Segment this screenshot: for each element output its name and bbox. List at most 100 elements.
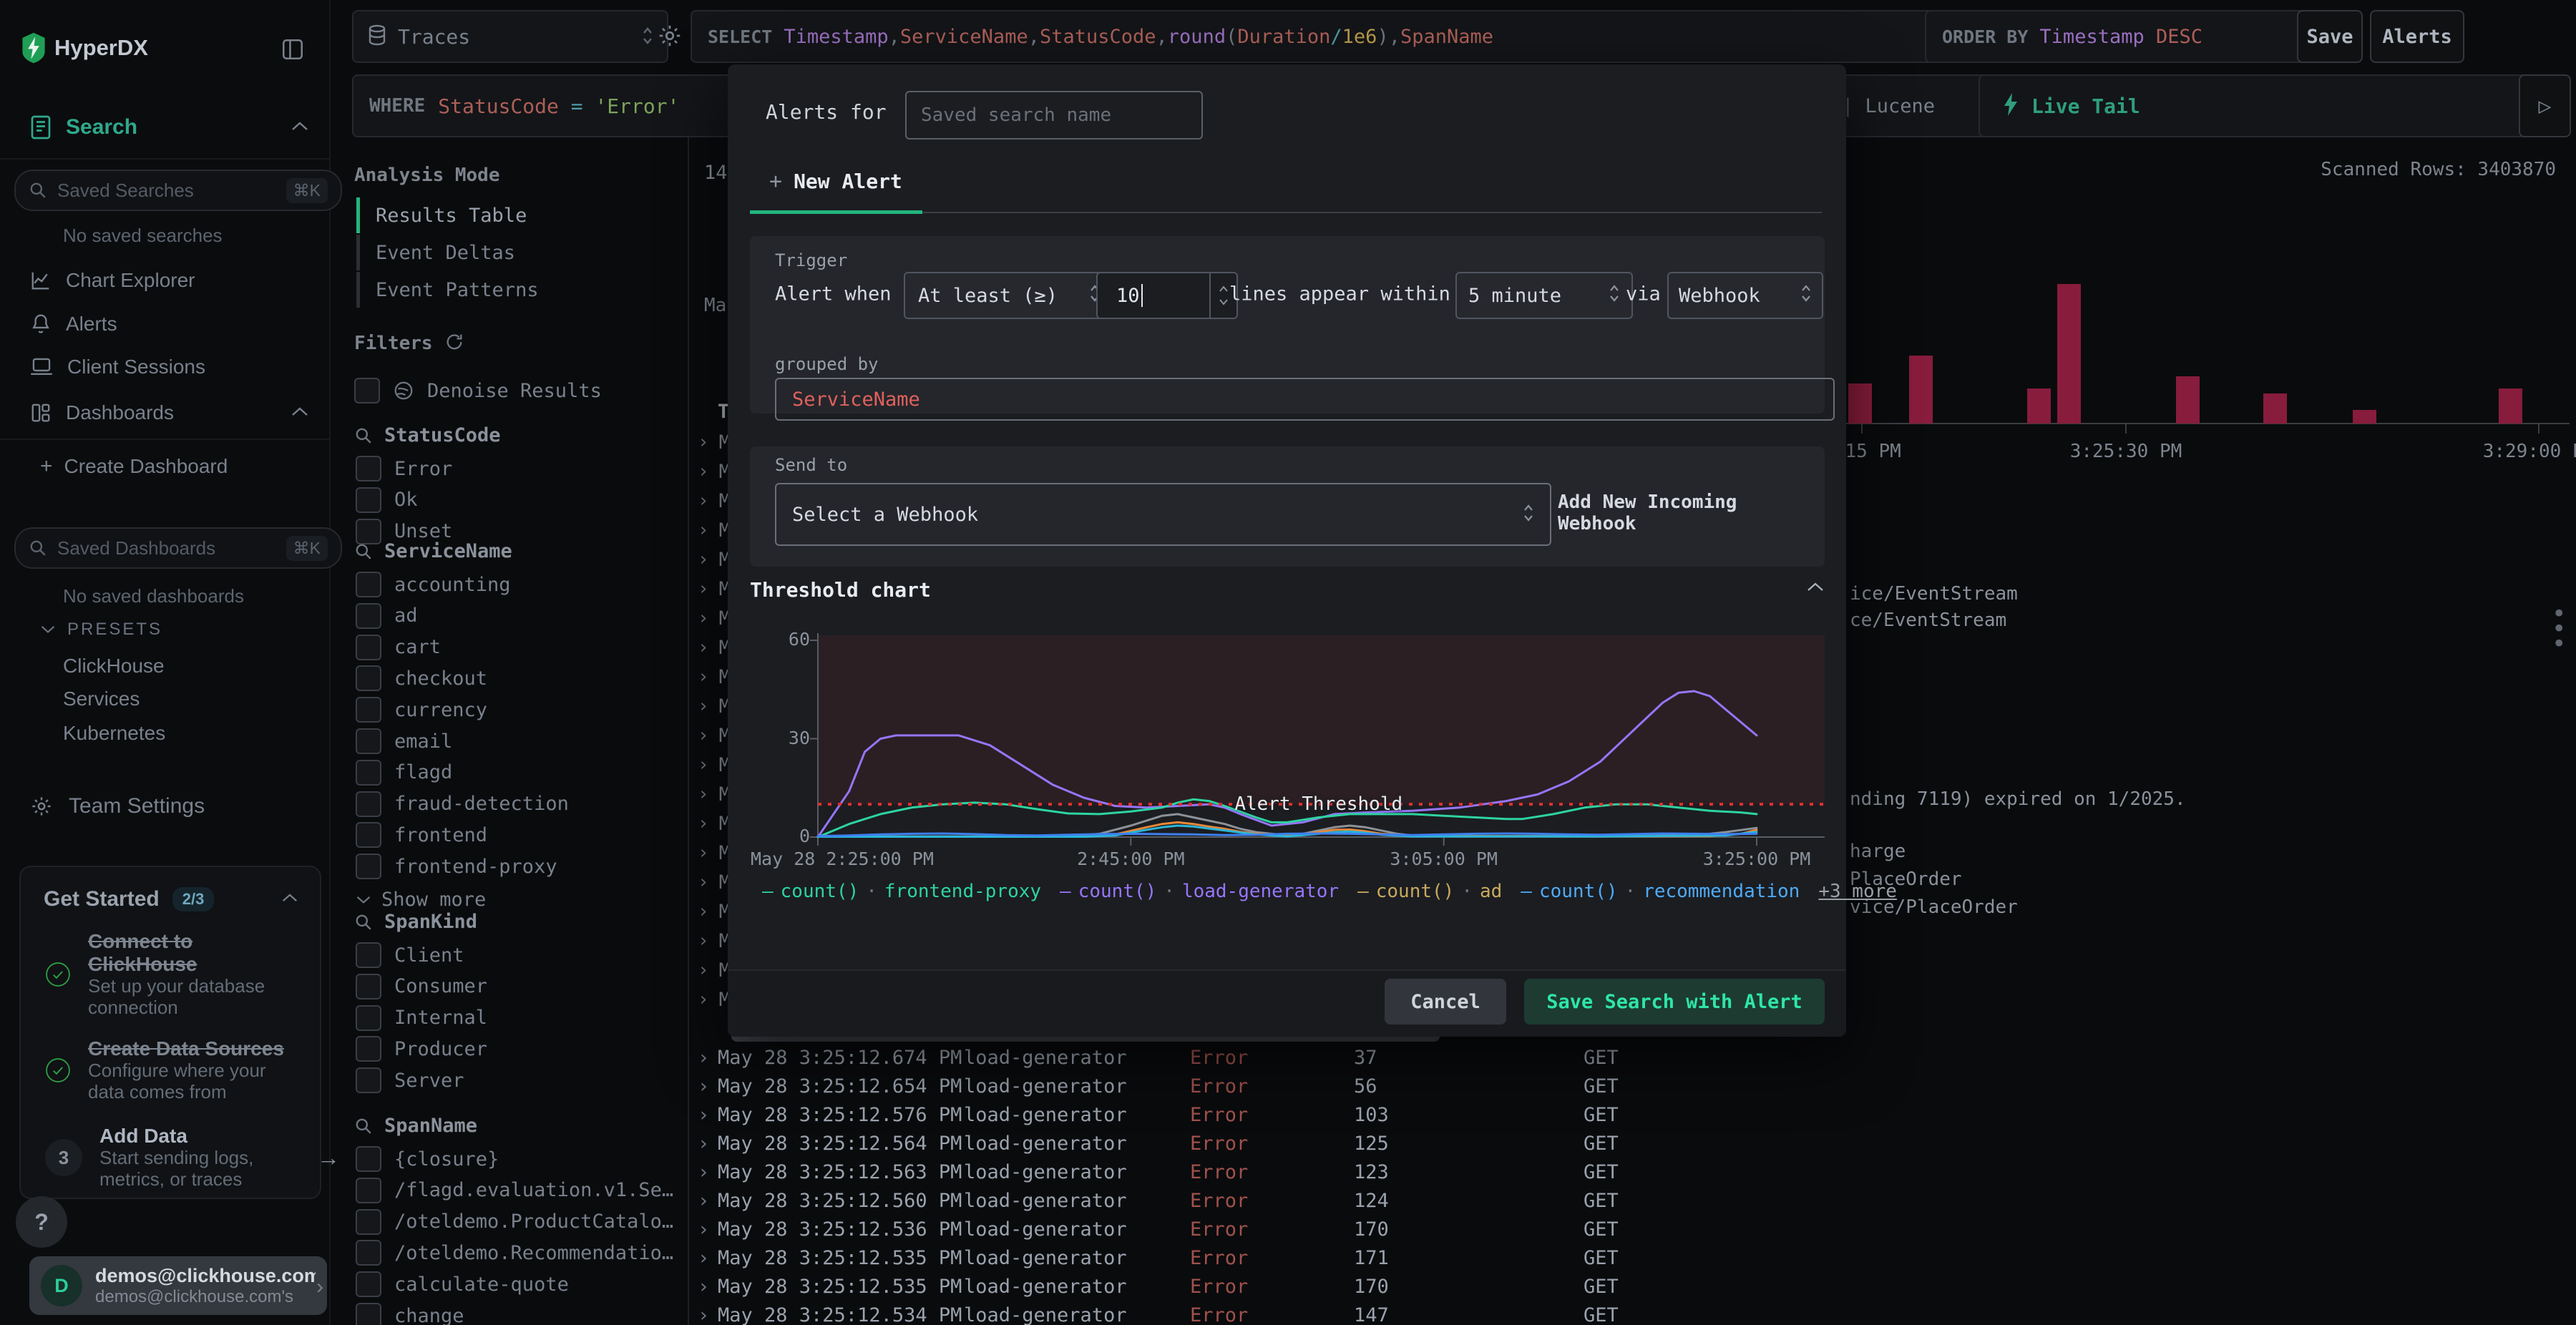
condition-select[interactable]: At least (≥) (904, 272, 1115, 319)
saved-searches-input[interactable]: Saved Searches ⌘K (14, 170, 342, 211)
get-started-step-1[interactable]: Connect to ClickHouse Set up your databa… (45, 930, 303, 1019)
chevron-right-icon[interactable]: › (316, 1275, 323, 1299)
collapse-chart-chevron-icon[interactable] (1806, 581, 1825, 595)
table-row-clipped[interactable]: › M (698, 692, 731, 720)
presets-section-toggle[interactable]: PRESETS (40, 620, 162, 640)
table-row-clipped[interactable]: › M (698, 926, 731, 955)
cancel-button[interactable]: Cancel (1385, 979, 1506, 1025)
checkbox[interactable] (356, 697, 381, 723)
table-row[interactable]: › May 28 3:25:12.535 PM load-generator Erro… (688, 1272, 2576, 1301)
filter-option-frontend[interactable]: frontend (356, 821, 487, 849)
filter-option-ok[interactable]: Ok (356, 486, 418, 514)
table-row[interactable]: › May 28 3:25:12.654 PM load-generator Erro… (688, 1072, 2576, 1100)
table-row-clipped[interactable]: › M (698, 633, 731, 662)
checkbox[interactable] (356, 1177, 381, 1203)
table-row-clipped[interactable]: › M (698, 662, 731, 691)
filter-option-change[interactable]: change (356, 1301, 464, 1325)
table-row[interactable]: › May 28 3:25:12.534 PM load-generator Erro… (688, 1301, 2576, 1325)
checkbox[interactable] (356, 728, 381, 754)
filter-option-currency[interactable]: currency (356, 695, 487, 724)
checkbox[interactable] (356, 634, 381, 660)
table-row[interactable]: › May 28 3:25:12.535 PM load-generator Erro… (688, 1243, 2576, 1272)
table-row[interactable]: › May 28 3:25:12.563 PM load-generator Erro… (688, 1158, 2576, 1186)
filter-group-header-servicename[interactable]: ServiceName (354, 540, 512, 562)
sidebar-item-search[interactable]: Search (30, 111, 309, 144)
legend-more-toggle[interactable]: +3 more (1818, 881, 1897, 902)
sidebar-item-client-sessions[interactable]: Client Sessions (30, 351, 309, 383)
analysis-mode-event-patterns[interactable]: Event Patterns (356, 272, 676, 308)
create-dashboard-button[interactable]: + Create Dashboard (40, 451, 228, 482)
legend-item-load-generator[interactable]: — count() · load-generator (1060, 881, 1339, 902)
filter-option-internal[interactable]: Internal (356, 1004, 487, 1032)
filter-option-fraud-detection[interactable]: fraud-detection (356, 790, 569, 818)
filter-option--flagd-evaluation-v1-se-[interactable]: /flagd.evaluation.v1.Se… (356, 1176, 673, 1205)
table-row-clipped[interactable]: › M (698, 575, 731, 603)
table-row-clipped[interactable]: › M (698, 516, 731, 544)
checkbox[interactable] (356, 487, 381, 513)
checkbox[interactable] (356, 973, 381, 999)
denoise-results-checkbox[interactable]: Denoise Results (354, 378, 602, 404)
filter-option--oteldemo-productcatalo-[interactable]: /oteldemo.ProductCatalo… (356, 1208, 673, 1236)
kebab-menu-icon[interactable]: • • • (2552, 602, 2566, 656)
source-select[interactable]: Traces (352, 10, 668, 63)
checkbox[interactable] (356, 822, 381, 849)
table-row-clipped[interactable]: › M (698, 750, 731, 779)
checkbox[interactable] (356, 1303, 381, 1325)
analysis-mode-event-deltas[interactable]: Event Deltas (356, 235, 676, 270)
sidebar-collapse-icon[interactable] (280, 37, 305, 65)
sidebar-item-team-settings[interactable]: Team Settings (30, 791, 205, 822)
sidebar-item-chart-explorer[interactable]: Chart Explorer (30, 265, 309, 296)
filter-option-client[interactable]: Client (356, 941, 464, 969)
table-row-clipped[interactable]: › M (698, 604, 731, 632)
checkbox[interactable] (356, 1146, 381, 1172)
filter-group-header-statuscode[interactable]: StatusCode (354, 424, 501, 446)
filter-option-ad[interactable]: ad (356, 602, 418, 630)
chevron-up-icon[interactable] (281, 892, 298, 906)
filter-group-header-spanname[interactable]: SpanName (354, 1115, 477, 1137)
new-alert-tab[interactable]: + New Alert (769, 169, 902, 194)
filter-option-server[interactable]: Server (356, 1066, 464, 1095)
table-row[interactable]: › May 28 3:25:12.576 PM load-generator Erro… (688, 1100, 2576, 1129)
threshold-count-input[interactable]: 10 (1096, 272, 1238, 319)
webhook-select[interactable]: Select a Webhook (775, 483, 1551, 546)
filter-option-calculate-quote[interactable]: calculate-quote (356, 1270, 569, 1299)
table-row-clipped[interactable]: › M (698, 428, 731, 456)
table-row-clipped[interactable]: › M (698, 809, 731, 838)
app-logo[interactable]: HyperDX (21, 32, 148, 64)
sidebar-item-kubernetes[interactable]: Kubernetes (63, 722, 165, 745)
legend-item-recommendation[interactable]: — count() · recommendation (1521, 881, 1800, 902)
filter-option-cart[interactable]: cart (356, 633, 441, 662)
sidebar-item-services[interactable]: Services (63, 688, 140, 710)
checkbox[interactable] (356, 1067, 381, 1094)
table-row-clipped[interactable]: › M (698, 780, 731, 808)
filter-option-consumer[interactable]: Consumer (356, 972, 487, 1001)
sidebar-item-alerts[interactable]: Alerts (30, 308, 309, 340)
get-started-step-2[interactable]: Create Data Sources Configure where your… (45, 1037, 303, 1103)
filter-option-flagd[interactable]: flagd (356, 758, 452, 787)
filter-group-header-spankind[interactable]: SpanKind (354, 911, 477, 933)
save-search-with-alert-button[interactable]: Save Search with Alert (1524, 979, 1825, 1025)
filter-option--oteldemo-recommendatio-[interactable]: /oteldemo.Recommendatio… (356, 1238, 673, 1267)
checkbox[interactable] (356, 665, 381, 692)
checkbox[interactable] (356, 456, 381, 481)
table-row-clipped[interactable]: › M (698, 487, 731, 515)
checkbox[interactable] (356, 1208, 381, 1235)
channel-select[interactable]: Webhook (1667, 272, 1823, 319)
checkbox[interactable] (356, 572, 381, 597)
table-row[interactable]: › May 28 3:25:12.564 PM load-generator Erro… (688, 1129, 2576, 1158)
saved-dashboards-input[interactable]: Saved Dashboards ⌘K (14, 527, 342, 569)
checkbox[interactable] (356, 602, 381, 629)
sidebar-item-dashboards[interactable]: Dashboards (30, 397, 309, 429)
legend-item-frontend-proxy[interactable]: — count() · frontend-proxy (762, 881, 1041, 902)
filter-option-error[interactable]: Error (356, 454, 452, 483)
checkbox[interactable] (356, 1004, 381, 1031)
analysis-mode-results-table[interactable]: Results Table (356, 197, 676, 233)
window-select[interactable]: 5 minute (1455, 272, 1633, 319)
checkbox[interactable] (356, 854, 381, 880)
source-settings-gear-icon[interactable] (657, 23, 683, 52)
checkbox[interactable] (354, 378, 380, 404)
legend-item-ad[interactable]: — count() · ad (1357, 881, 1502, 902)
checkbox[interactable] (356, 942, 381, 968)
table-row[interactable]: › May 28 3:25:12.674 PM load-generator Erro… (688, 1043, 2576, 1072)
checkbox[interactable] (356, 759, 381, 786)
